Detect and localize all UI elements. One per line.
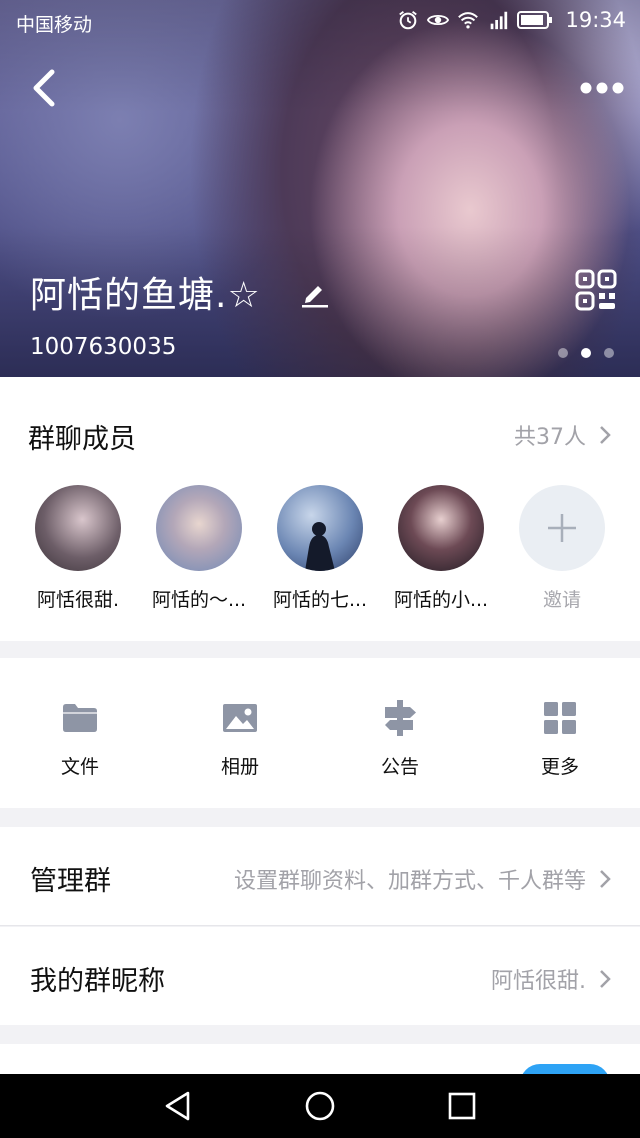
album-label: 相册 [220,756,259,778]
manage-group-row[interactable]: 管理群 设置群聊资料、加群方式、千人群等 [0,827,640,925]
avatar [519,485,605,571]
announcement-label: 公告 [380,756,419,778]
group-nickname-value: 阿恬很甜. [491,969,586,994]
eye-icon [427,14,450,26]
signpost-icon [385,700,416,736]
member-item[interactable]: 阿恬的七... [260,485,380,612]
chevron-right-icon [600,426,611,444]
group-nickname-row[interactable]: 我的群昵称 阿恬很甜. [0,927,640,1025]
files-button[interactable]: 文件 [30,698,130,779]
edit-icon[interactable] [298,276,330,308]
group-nickname-hint: 阿恬很甜. [491,963,612,995]
carrier-label: 中国移动 [16,14,93,36]
nav-back-icon[interactable] [160,1088,196,1124]
row-divider [0,925,640,926]
chevron-right-icon [600,970,611,988]
page-indicator [558,348,614,358]
member-item[interactable]: 阿恬的小... [381,485,501,612]
grid-icon [544,702,576,734]
members-section: 群聊成员 共37人 阿恬很甜. 阿恬的～... 阿恬的七... 阿恬的小... … [0,377,640,641]
invite-button[interactable]: 邀请 [502,485,622,612]
member-item[interactable]: 阿恬的～... [139,485,259,612]
avatar [156,485,242,571]
alarm-icon [399,11,418,30]
chevron-right-icon [600,870,611,888]
group-id: 1007630035 [30,334,177,360]
more-tools-label: 更多 [540,756,579,778]
photo-icon [223,704,257,732]
avatar [35,485,121,571]
signal-icon [491,11,508,30]
announcement-button[interactable]: 公告 [350,698,450,779]
member-name: 阿恬很甜. [36,589,120,611]
tools-section: 文件 相册 公告 更多 [0,658,640,808]
member-name: 阿恬的七... [272,589,368,611]
manage-group-label: 管理群 [30,866,111,897]
clock: 19:34 [565,8,626,32]
page-dot [604,348,614,358]
member-name: 阿恬的小... [393,589,489,611]
invite-label: 邀请 [542,589,581,611]
system-nav-bar [0,1074,640,1138]
avatar [398,485,484,571]
avatar [277,485,363,571]
nav-home-icon[interactable] [302,1088,338,1124]
more-tools-button[interactable]: 更多 [510,698,610,779]
battery-icon [517,11,553,29]
qr-code-icon[interactable] [574,268,618,312]
group-name: 阿恬的鱼塘.☆ [30,275,261,316]
plus-icon [548,514,576,542]
wifi-icon [458,12,479,29]
group-header: 中国移动 19:34 阿恬的鱼塘.☆ 1007630035 [0,0,640,377]
folder-icon [63,704,97,732]
manage-group-hint: 设置群聊资料、加群方式、千人群等 [234,863,612,895]
member-name: 阿恬的～... [151,589,247,611]
page-dot [558,348,568,358]
album-button[interactable]: 相册 [190,698,290,779]
member-count-link[interactable]: 共37人 [514,419,612,451]
page-dot-active [581,348,591,358]
member-item[interactable]: 阿恬很甜. [18,485,138,612]
files-label: 文件 [60,756,99,778]
back-button[interactable] [26,66,66,110]
members-title: 群聊成员 [28,424,136,455]
status-bar: 中国移动 19:34 [16,8,626,36]
nav-recents-icon[interactable] [444,1088,480,1124]
group-nickname-label: 我的群昵称 [30,966,165,997]
member-count: 共37人 [514,425,586,450]
more-options-icon[interactable] [578,78,626,98]
manage-group-value: 设置群聊资料、加群方式、千人群等 [233,869,586,894]
